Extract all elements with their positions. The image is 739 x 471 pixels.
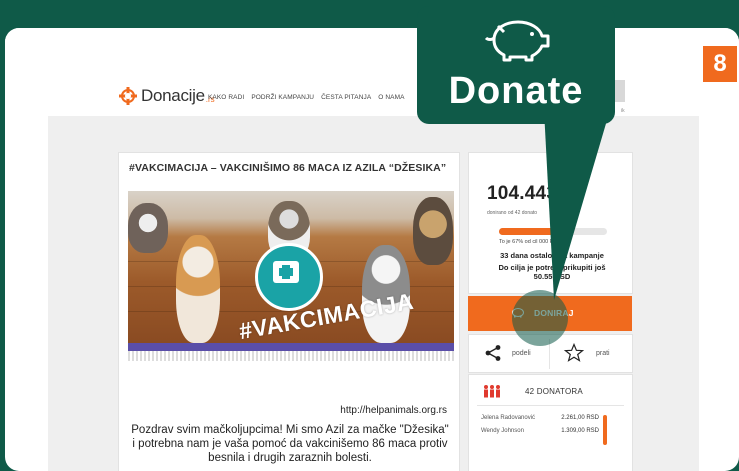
nav-item-cesta-pitanja[interactable]: ČESTA PITANJA bbox=[321, 94, 371, 101]
donors-scrollbar[interactable] bbox=[603, 415, 607, 445]
image-stripe bbox=[128, 343, 454, 351]
site-logo[interactable]: Donacije .rs bbox=[118, 86, 215, 106]
cat-image bbox=[176, 235, 220, 343]
nav-item-podrzi-kampanju[interactable]: PODRŽI KAMPANJU bbox=[251, 94, 314, 101]
campaign-image: #VAKCIMACIJA bbox=[128, 191, 454, 343]
callout-label: Donate bbox=[448, 70, 584, 112]
raised-subtext: donirano od 42 donato bbox=[487, 210, 538, 216]
donor-amount: 2.261,00 RSD bbox=[561, 415, 599, 421]
divider bbox=[477, 405, 624, 406]
donor-amount: 1.309,00 RSD bbox=[561, 428, 599, 434]
donor-row: Wendy Johnson 1.309,00 RSD bbox=[481, 428, 599, 434]
share-icon[interactable] bbox=[484, 344, 502, 362]
follow-label[interactable]: prati bbox=[596, 350, 610, 357]
main-nav: KAKO RADI PODRŽI KAMPANJU ČESTA PITANJA … bbox=[208, 94, 405, 101]
star-icon[interactable] bbox=[564, 343, 584, 363]
nav-item-kako-radi[interactable]: KAKO RADI bbox=[208, 94, 244, 101]
donors-card: 42 DONATORA Jelena Radovanović 2.261,00 … bbox=[468, 374, 633, 471]
donors-count: 42 DONATORA bbox=[525, 387, 583, 396]
cat-image bbox=[128, 203, 168, 253]
donor-row: Jelena Radovanović 2.261,00 RSD bbox=[481, 415, 599, 421]
site-header: Donacije .rs KAKO RADI PODRŽI KAMPANJU Č… bbox=[5, 28, 739, 116]
browser-card: Donacije .rs KAKO RADI PODRŽI KAMPANJU Č… bbox=[5, 28, 739, 471]
campaign-card: #VAKCIMACIJA – VAKCINIŠIMO 86 MACA IZ AZ… bbox=[118, 152, 460, 471]
nav-item-o-nama[interactable]: O NAMA bbox=[378, 94, 404, 101]
cat-image bbox=[413, 197, 453, 265]
tap-indicator bbox=[512, 290, 568, 346]
donor-name: Jelena Radovanović bbox=[481, 415, 536, 421]
step-badge: 8 bbox=[703, 46, 737, 82]
donor-name: Wendy Johnson bbox=[481, 428, 524, 434]
campaign-title: #VAKCIMACIJA – VAKCINIŠIMO 86 MACA IZ AZ… bbox=[129, 162, 447, 174]
logo-icon bbox=[119, 87, 137, 105]
share-label[interactable]: podeli bbox=[512, 350, 531, 357]
donors-icon bbox=[484, 385, 500, 398]
user-label: ik bbox=[621, 108, 625, 114]
cross-bar-horizontal bbox=[279, 268, 293, 276]
logo-text: Donacije bbox=[141, 86, 205, 105]
campaign-description: Pozdrav svim mačkoljupcima! Mi smo Azil … bbox=[131, 424, 449, 464]
piggy-bank-icon bbox=[484, 20, 550, 62]
campaign-url-link[interactable]: http://helpanimals.org.rs bbox=[340, 405, 447, 416]
callout-pointer bbox=[544, 110, 610, 300]
image-pattern bbox=[128, 351, 454, 361]
